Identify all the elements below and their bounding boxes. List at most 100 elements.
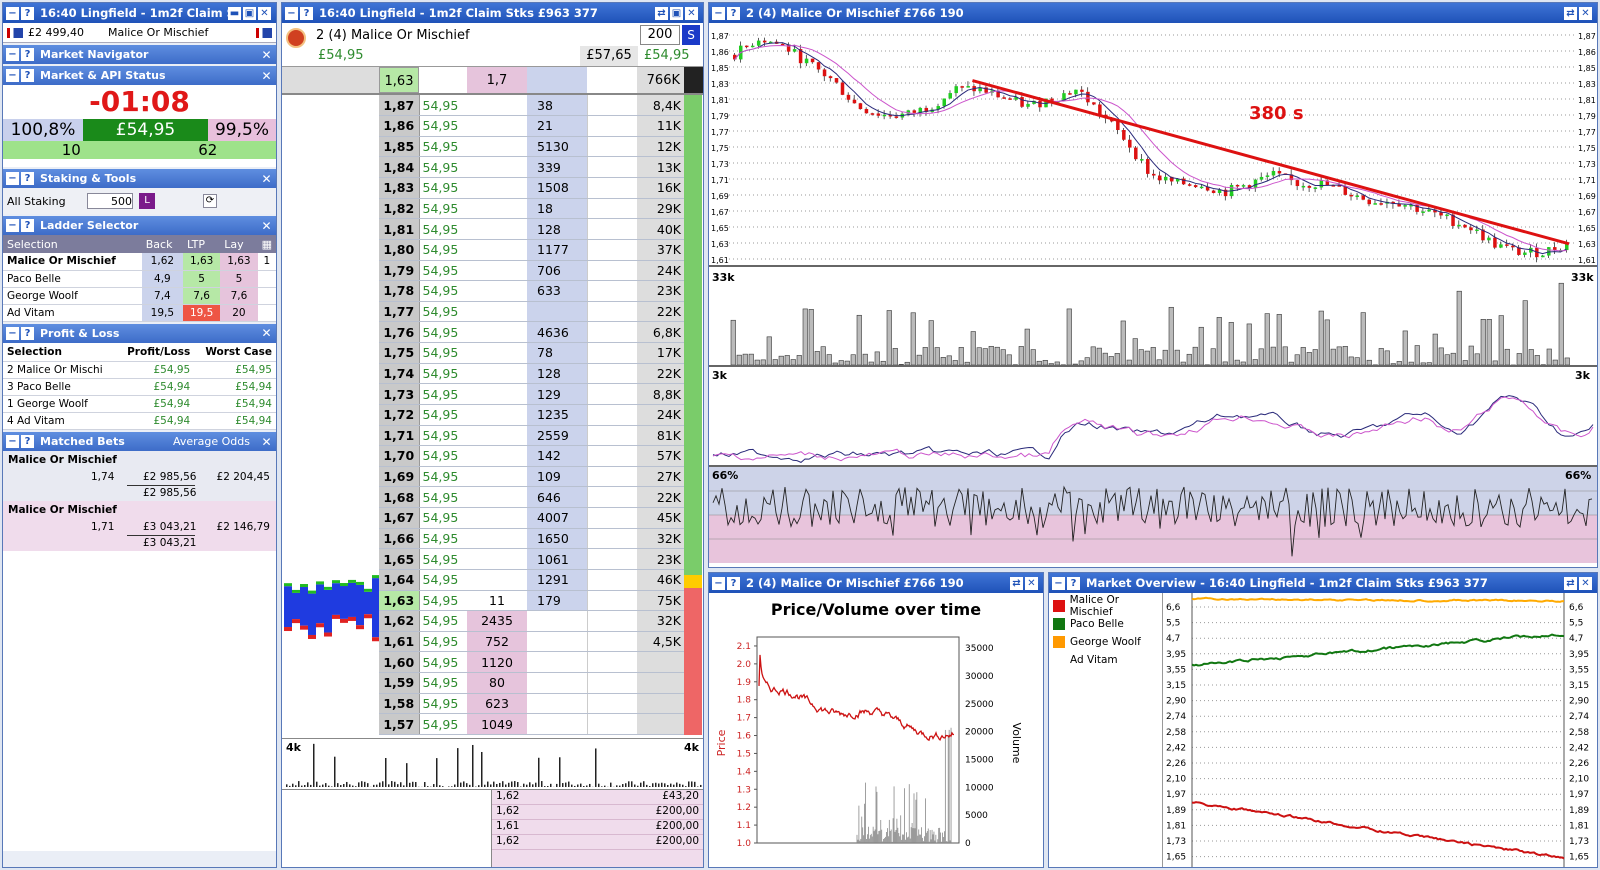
help-icon[interactable]: ?	[1067, 576, 1080, 590]
ladder-back-cell[interactable]	[467, 383, 527, 405]
price-ladder[interactable]: 1,87 54,95 38 8,4K 1,86 54,95 21 11K 1,85 …	[379, 95, 684, 735]
help-icon[interactable]: ?	[300, 6, 313, 20]
ladder-row[interactable]: 1,67 54,95 4007 45K	[379, 507, 684, 529]
panel-market-navigator[interactable]: −? Market Navigator ✕	[3, 45, 276, 64]
close-icon[interactable]: ✕	[260, 435, 273, 449]
minimize-icon[interactable]: −	[6, 435, 19, 448]
ladder-back-cell[interactable]	[467, 156, 527, 178]
ladder-lay-cell[interactable]: 1177	[527, 239, 587, 261]
legend-item[interactable]: Malice Or Mischief	[1049, 594, 1162, 618]
ladder-empty-cell[interactable]	[586, 466, 637, 488]
ladder-lay-cell[interactable]: 646	[527, 486, 587, 508]
close-icon[interactable]: ✕	[260, 69, 273, 83]
panel-matched-bets[interactable]: −? Matched Bets Average Odds ✕	[3, 432, 276, 451]
ladder-back-cell[interactable]	[467, 136, 527, 158]
ladder-row[interactable]: 1,59 54,95 80	[379, 672, 684, 694]
ladder-row[interactable]: 1,72 54,95 1235 24K	[379, 404, 684, 426]
ladder-row[interactable]: 1,85 54,95 5130 12K	[379, 136, 684, 158]
unmatched-bet[interactable]: 1,62 £200,00	[492, 805, 703, 820]
ladder-back-cell[interactable]	[467, 239, 527, 261]
ladder-empty-cell[interactable]	[586, 425, 637, 447]
s-button[interactable]: S	[682, 25, 700, 45]
close-icon[interactable]: ✕	[685, 6, 698, 20]
ladder-row[interactable]: 1,73 54,95 129 8,8K	[379, 383, 684, 405]
chart-titlebar[interactable]: − ? 2 (4) Malice Or Mischief £766 190 ⇄ …	[709, 3, 1597, 23]
refresh-icon[interactable]: ⟳	[203, 194, 217, 208]
ladder-row[interactable]: 1,63 54,95 11 179 75K	[379, 590, 684, 612]
close-icon[interactable]: ✕	[260, 172, 273, 186]
table-row[interactable]: Ad Vitam 19,5 19,5 20	[3, 304, 276, 322]
ladder-lay-cell[interactable]	[527, 672, 587, 694]
ladder-row[interactable]: 1,75 54,95 78 17K	[379, 342, 684, 364]
ladder-empty-cell[interactable]	[586, 507, 637, 529]
ladder-empty-cell[interactable]	[586, 342, 637, 364]
ladder-back-cell[interactable]	[467, 466, 527, 488]
minimize-icon[interactable]: −	[6, 172, 19, 185]
unmatched-bet[interactable]: 1,62 £43,20	[492, 790, 703, 805]
ladder-empty-cell[interactable]	[586, 239, 637, 261]
ladder-lay-cell[interactable]: 1650	[527, 528, 587, 550]
grid-icon[interactable]: ▦	[257, 235, 276, 253]
ladder-lay-cell[interactable]: 128	[527, 218, 587, 240]
minimize-icon[interactable]: −	[285, 6, 298, 20]
help-icon[interactable]: ?	[21, 48, 34, 61]
table-row[interactable]: George Woolf 7,4 7,6 7,6	[3, 287, 276, 305]
ladder-row[interactable]: 1,71 54,95 2559 81K	[379, 425, 684, 447]
ladder-row[interactable]: 1,62 54,95 2435 32K	[379, 610, 684, 632]
ladder-back-cell[interactable]	[467, 301, 527, 323]
ladder-back-cell[interactable]	[467, 280, 527, 302]
panel-profit-loss[interactable]: −? Profit & Loss ✕	[3, 323, 276, 343]
legend-item[interactable]: George Woolf	[1049, 633, 1162, 651]
ladder-lay-cell[interactable]: 1291	[527, 569, 587, 591]
ladder-row[interactable]: 1,64 54,95 1291 46K	[379, 569, 684, 591]
table-row[interactable]: Paco Belle 4,9 5 5	[3, 270, 276, 288]
ladder-row[interactable]: 1,79 54,95 706 24K	[379, 260, 684, 282]
close-icon[interactable]: ✕	[258, 6, 271, 20]
ladder-back-cell[interactable]: 2435	[467, 610, 527, 632]
ladder-row[interactable]: 1,69 54,95 109 27K	[379, 466, 684, 488]
ladder-empty-cell[interactable]	[586, 321, 637, 343]
help-icon[interactable]: ?	[21, 326, 34, 340]
ladder-empty-cell[interactable]	[586, 115, 637, 137]
ladder-back-cell[interactable]	[467, 95, 527, 117]
ladder-row[interactable]: 1,82 54,95 18 29K	[379, 198, 684, 220]
ladder-empty-cell[interactable]	[586, 693, 637, 715]
ladder-lay-cell[interactable]: 142	[527, 445, 587, 467]
ladder-back-cell[interactable]	[467, 569, 527, 591]
pin-icon[interactable]: ⇄	[1564, 576, 1577, 590]
ladder-lay-cell[interactable]	[527, 713, 587, 735]
ladder-lay-cell[interactable]: 18	[527, 198, 587, 220]
ladder-lay-cell[interactable]: 179	[527, 590, 587, 612]
minimize-icon[interactable]: ▬	[228, 6, 241, 20]
candlestick-chart[interactable]: 1,87 1,87 1,86 1,86 1,85 1,85 1,83 1,83 1,81 1,81…	[709, 23, 1597, 267]
ladder-back-cell[interactable]	[467, 342, 527, 364]
ladder-empty-cell[interactable]	[586, 651, 637, 673]
ladder-lay-cell[interactable]: 38	[527, 95, 587, 117]
ladder-empty-cell[interactable]	[586, 95, 637, 117]
ladder-empty-cell[interactable]	[586, 569, 637, 591]
staking-input[interactable]	[87, 193, 133, 209]
ladder-lay-cell[interactable]: 129	[527, 383, 587, 405]
ladder-empty-cell[interactable]	[586, 198, 637, 220]
ladder-row[interactable]: 1,81 54,95 128 40K	[379, 218, 684, 240]
ladder-row[interactable]: 1,77 54,95 22K	[379, 301, 684, 323]
unmatched-bet[interactable]: 1,62 £200,00	[492, 835, 703, 850]
ladder-empty-cell[interactable]	[586, 528, 637, 550]
ladder-row[interactable]: 1,68 54,95 646 22K	[379, 486, 684, 508]
flag-icon[interactable]	[256, 27, 272, 38]
ladder-empty-cell[interactable]	[586, 445, 637, 467]
ladder-lay-cell[interactable]	[527, 631, 587, 653]
ladder-lay-cell[interactable]: 633	[527, 280, 587, 302]
ladder-lay-cell[interactable]: 1508	[527, 177, 587, 199]
ladder-empty-cell[interactable]	[586, 301, 637, 323]
ladder-empty-cell[interactable]	[586, 363, 637, 385]
ladder-back-cell[interactable]: 752	[467, 631, 527, 653]
pin-icon[interactable]: ⇄	[1564, 6, 1577, 20]
ladder-lay-cell[interactable]: 1061	[527, 548, 587, 570]
panel-market-status[interactable]: −? Market & API Status ✕	[3, 66, 276, 85]
pin-icon[interactable]: ⇄	[1010, 576, 1023, 590]
ladder-lay-cell[interactable]	[527, 301, 587, 323]
ladder-empty-cell[interactable]	[586, 548, 637, 570]
minimize-icon[interactable]: −	[6, 48, 19, 61]
ladder-empty-cell[interactable]	[586, 672, 637, 694]
